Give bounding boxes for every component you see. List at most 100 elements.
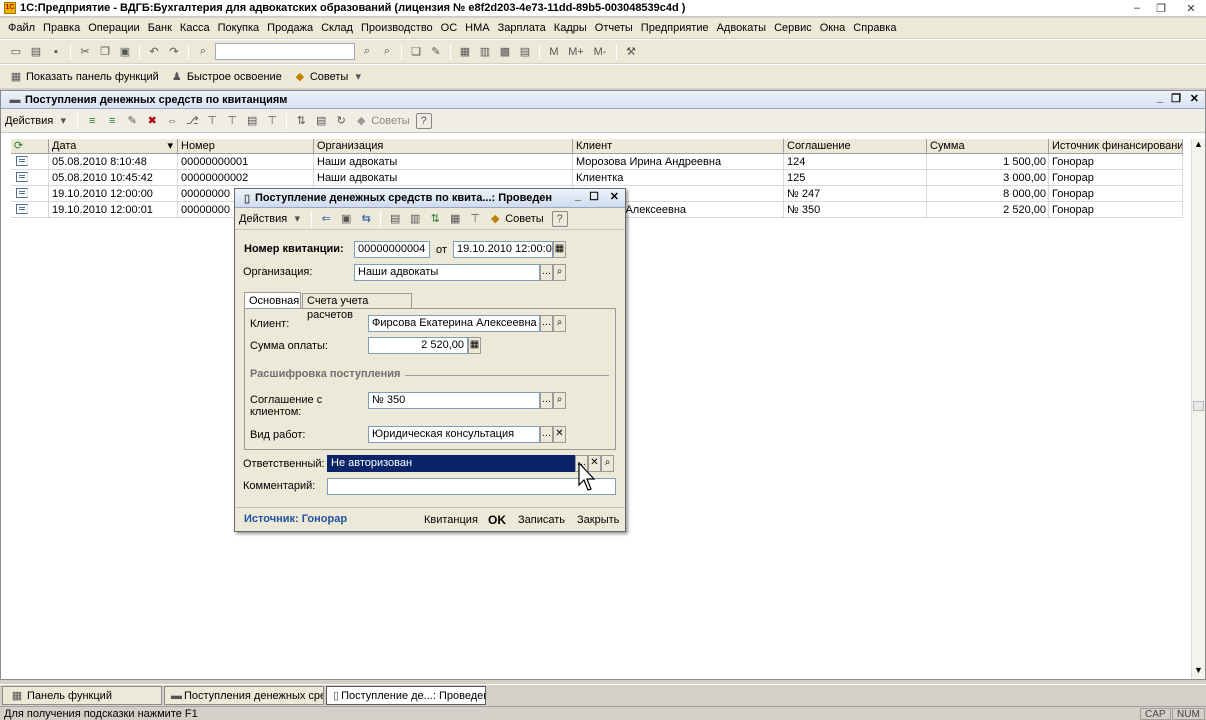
movements-icon[interactable]: ▦ [447, 211, 463, 227]
column-header-number[interactable]: Номер [178, 139, 314, 153]
find-next-icon[interactable]: ⌕ [359, 44, 375, 60]
client-field[interactable]: Фирсова Екатерина Алексеевна [368, 315, 540, 332]
menu-warehouse[interactable]: Склад [317, 22, 357, 34]
comment-field[interactable] [327, 478, 616, 495]
select-ellipsis-button[interactable]: … [540, 264, 553, 281]
close-button[interactable]: Закрыть [577, 514, 619, 526]
date-field[interactable]: 19.10.2010 12:00:01 [453, 241, 553, 258]
menu-purchase[interactable]: Покупка [214, 22, 264, 34]
new-document-icon[interactable]: ▭ [8, 44, 24, 60]
copy-icon[interactable]: ❐ [97, 44, 113, 60]
redo-icon[interactable]: ↷ [166, 44, 182, 60]
chevron-down-icon[interactable]: ▾ [55, 113, 71, 129]
task-receipt-document[interactable]: ▯ Поступление де...: Проведен [326, 686, 486, 705]
calculator-icon[interactable]: ▩ [497, 44, 513, 60]
delete-icon[interactable]: ✖ [144, 113, 160, 129]
search-combobox[interactable] [215, 43, 355, 60]
undo-icon[interactable]: ↶ [146, 44, 162, 60]
menu-windows[interactable]: Окна [816, 22, 850, 34]
tools-icon[interactable]: ⚒ [623, 44, 639, 60]
help-icon[interactable]: ? [551, 210, 568, 227]
repost-icon[interactable]: ⇆ [358, 211, 374, 227]
scroll-down-icon[interactable]: ▼ [1192, 665, 1205, 679]
tab-settlement-accounts[interactable]: Счета учета расчетов [302, 293, 412, 321]
column-header-source[interactable]: Источник финансирования [1049, 139, 1183, 153]
tips-button[interactable]: Советы [505, 213, 543, 225]
menu-sale[interactable]: Продажа [263, 22, 317, 34]
spreadsheet-icon[interactable]: ▦ [457, 44, 473, 60]
windows-icon[interactable]: ❏ [408, 44, 424, 60]
calculator-icon[interactable]: ▦ [468, 337, 481, 354]
ok-button[interactable]: OK [488, 513, 506, 527]
menu-service[interactable]: Сервис [770, 22, 816, 34]
clear-filter-icon[interactable]: ⊤ [264, 113, 280, 129]
table-row[interactable]: 05.08.2010 8:10:48 00000000001 Наши адво… [11, 154, 1183, 170]
save-button[interactable]: Записать [518, 514, 565, 526]
tips-button[interactable]: Советы [310, 71, 348, 83]
menu-lawyers[interactable]: Адвокаты [713, 22, 770, 34]
column-header-sum[interactable]: Сумма [927, 139, 1049, 153]
menu-operations[interactable]: Операции [84, 22, 143, 34]
scroll-thumb[interactable] [1193, 401, 1204, 411]
close-icon[interactable]: ✕ [610, 190, 619, 203]
tree-icon[interactable]: ⎇ [184, 113, 200, 129]
close-icon[interactable]: ✕ [1182, 1, 1200, 15]
save-icon[interactable]: ▪ [48, 44, 64, 60]
minimize-icon[interactable]: _ [1157, 92, 1163, 104]
work-type-field[interactable]: Юридическая консультация [368, 426, 540, 443]
open-magnifier-icon[interactable]: ⌕ [601, 455, 614, 472]
quick-learn-button[interactable]: Быстрое освоение [187, 71, 282, 83]
open-magnifier-icon[interactable]: ⌕ [553, 392, 566, 409]
dt-kt-icon[interactable]: ⇅ [427, 211, 443, 227]
maximize-icon[interactable]: ☐ [589, 190, 599, 203]
binoculars-icon[interactable]: ⌕ [195, 44, 211, 60]
tips-icon[interactable]: ✎ [428, 44, 444, 60]
refresh-icon[interactable]: ↻ [333, 113, 349, 129]
agreement-field[interactable]: № 350 [368, 392, 540, 409]
help-icon[interactable]: ? [415, 112, 432, 129]
filter-list-icon[interactable]: ▤ [244, 113, 260, 129]
menu-reports[interactable]: Отчеты [591, 22, 637, 34]
sort-icon[interactable]: ⇅ [293, 113, 309, 129]
memory-m-icon[interactable]: M [546, 44, 562, 60]
clear-x-icon[interactable]: ✕ [553, 426, 566, 443]
menu-file[interactable]: Файл [4, 22, 39, 34]
actions-menu-button[interactable]: Действия [239, 213, 287, 225]
menu-fixed-assets[interactable]: ОС [437, 22, 462, 34]
responsible-field[interactable]: Не авторизован [327, 455, 575, 472]
open-magnifier-icon[interactable]: ⌕ [553, 264, 566, 281]
post-icon[interactable]: ⇐ [318, 211, 334, 227]
table-row[interactable]: 05.08.2010 10:45:42 00000000002 Наши адв… [11, 170, 1183, 186]
receipt-number-field[interactable]: 00000000004 [354, 241, 430, 258]
based-on-icon[interactable]: ▤ [387, 211, 403, 227]
restore-icon[interactable]: ❐ [1171, 92, 1181, 105]
task-receipts-list[interactable]: ▬ Поступления денежных сре... [164, 686, 324, 705]
actions-menu-button[interactable]: Действия [5, 115, 53, 127]
menu-production[interactable]: Производство [357, 22, 437, 34]
payment-sum-field[interactable]: 2 520,00 [368, 337, 468, 354]
select-ellipsis-button[interactable]: … [540, 315, 553, 332]
minimize-icon[interactable]: ‒ [1128, 1, 1146, 15]
column-header-date[interactable]: Дата ▾ [49, 139, 178, 153]
memory-plus-icon[interactable]: M+ [566, 44, 586, 60]
tips-button[interactable]: Советы [371, 115, 409, 127]
document-movements-icon[interactable]: ▤ [313, 113, 329, 129]
scroll-up-icon[interactable]: ▲ [1192, 139, 1205, 153]
menu-help[interactable]: Справка [849, 22, 900, 34]
source-link[interactable]: Источник: Гонорар [244, 513, 347, 525]
chevron-down-icon[interactable]: ▾ [350, 69, 366, 85]
menu-enterprise[interactable]: Предприятие [637, 22, 713, 34]
menu-edit[interactable]: Правка [39, 22, 84, 34]
minimize-icon[interactable]: _ [575, 190, 581, 202]
open-icon[interactable]: ▤ [28, 44, 44, 60]
receipt-print-button[interactable]: Квитанция [424, 514, 478, 526]
menu-bank[interactable]: Банк [144, 22, 176, 34]
add-copy-icon[interactable]: ≡ [104, 113, 120, 129]
column-header-client[interactable]: Клиент [573, 139, 784, 153]
paste-icon[interactable]: ▣ [117, 44, 133, 60]
filter-value-icon[interactable]: ⊤ [224, 113, 240, 129]
text-document-icon[interactable]: ▥ [477, 44, 493, 60]
select-ellipsis-button[interactable]: … [540, 426, 553, 443]
structure-icon[interactable]: ▥ [407, 211, 423, 227]
add-icon[interactable]: ≡ [84, 113, 100, 129]
